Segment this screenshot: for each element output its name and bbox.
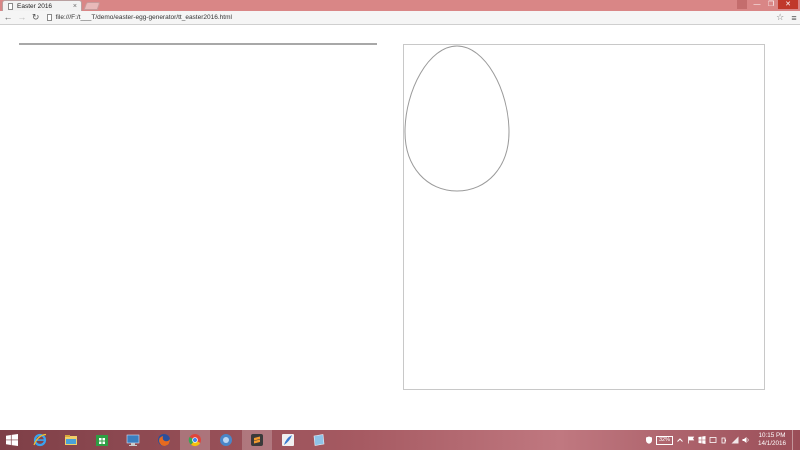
tab-title: Easter 2016 <box>17 2 53 10</box>
browser-toolbar: ← → ↻ file:///F:/t___T/demo/easter-egg-g… <box>0 11 800 25</box>
notification-icon[interactable] <box>709 436 717 444</box>
browser-titlebar: Easter 2016 × — ❐ ✕ <box>0 0 800 11</box>
chevron-up-icon[interactable] <box>676 436 684 444</box>
power-icon[interactable] <box>720 436 728 444</box>
taskbar-internet-explorer[interactable] <box>25 430 55 450</box>
menu-icon[interactable]: ≡ <box>788 13 800 23</box>
system-tray: 32% 10:15 PM 14/1/2016 <box>642 430 800 450</box>
shield-icon[interactable] <box>645 436 653 444</box>
clock-date: 14/1/2016 <box>757 440 786 447</box>
close-button[interactable]: ✕ <box>778 0 798 9</box>
taskbar-app-feather[interactable] <box>273 430 303 450</box>
clock[interactable]: 10:15 PM 14/1/2016 <box>758 432 786 448</box>
page-content <box>0 26 800 430</box>
address-url[interactable]: file:///F:/t___T/demo/easter-egg-generat… <box>56 14 232 21</box>
tab-close-icon[interactable]: × <box>73 3 77 10</box>
reload-button[interactable]: ↻ <box>30 12 42 24</box>
egg-outline <box>404 45 510 192</box>
app-feather-icon <box>282 434 294 446</box>
taskbar-store[interactable] <box>87 430 117 450</box>
internet-explorer-icon <box>33 433 47 447</box>
taskbar-app-blue[interactable] <box>211 430 241 450</box>
minimize-button[interactable]: — <box>750 0 764 9</box>
taskbar-file-explorer[interactable] <box>56 430 86 450</box>
taskbar-app-window[interactable] <box>304 430 334 450</box>
page-icon <box>46 14 52 21</box>
window-controls: — ❐ ✕ <box>737 0 798 11</box>
horizontal-rule <box>19 43 377 45</box>
battery-percentage[interactable]: 32% <box>655 435 673 445</box>
volume-icon[interactable] <box>742 436 750 444</box>
file-explorer-icon <box>65 435 77 445</box>
taskbar-firefox[interactable] <box>149 430 179 450</box>
chrome-icon <box>188 434 201 447</box>
store-icon <box>96 435 108 446</box>
tab-easter-2016[interactable]: Easter 2016 × <box>2 0 82 11</box>
profile-icon[interactable] <box>737 0 747 9</box>
maximize-button[interactable]: ❐ <box>764 0 778 9</box>
signal-icon[interactable] <box>731 436 739 444</box>
app-blue-icon <box>220 434 232 446</box>
egg-canvas[interactable] <box>403 44 765 390</box>
start-button[interactable] <box>0 430 24 450</box>
remote-desktop-icon <box>126 434 140 446</box>
flag-icon[interactable] <box>687 436 695 444</box>
firefox-icon <box>158 434 170 446</box>
new-tab-button[interactable] <box>83 2 101 10</box>
sublime-text-icon <box>251 434 263 446</box>
app-window-icon <box>313 434 325 446</box>
taskbar: 32% 10:15 PM 14/1/2016 <box>0 430 800 450</box>
show-desktop-button[interactable] <box>792 430 796 450</box>
back-button[interactable]: ← <box>2 12 14 24</box>
bookmark-star-icon[interactable]: ☆ <box>774 12 786 23</box>
windows-logo-icon <box>6 434 18 446</box>
forward-button[interactable]: → <box>16 12 28 24</box>
taskbar-chrome[interactable] <box>180 430 210 450</box>
clock-time: 10:15 PM <box>758 432 786 439</box>
egg-drawing <box>404 45 510 192</box>
windows-icon[interactable] <box>698 436 706 444</box>
taskbar-sublime-text[interactable] <box>242 430 272 450</box>
page-icon <box>8 2 13 10</box>
taskbar-remote-desktop[interactable] <box>118 430 148 450</box>
address-bar[interactable]: file:///F:/t___T/demo/easter-egg-generat… <box>46 12 772 23</box>
